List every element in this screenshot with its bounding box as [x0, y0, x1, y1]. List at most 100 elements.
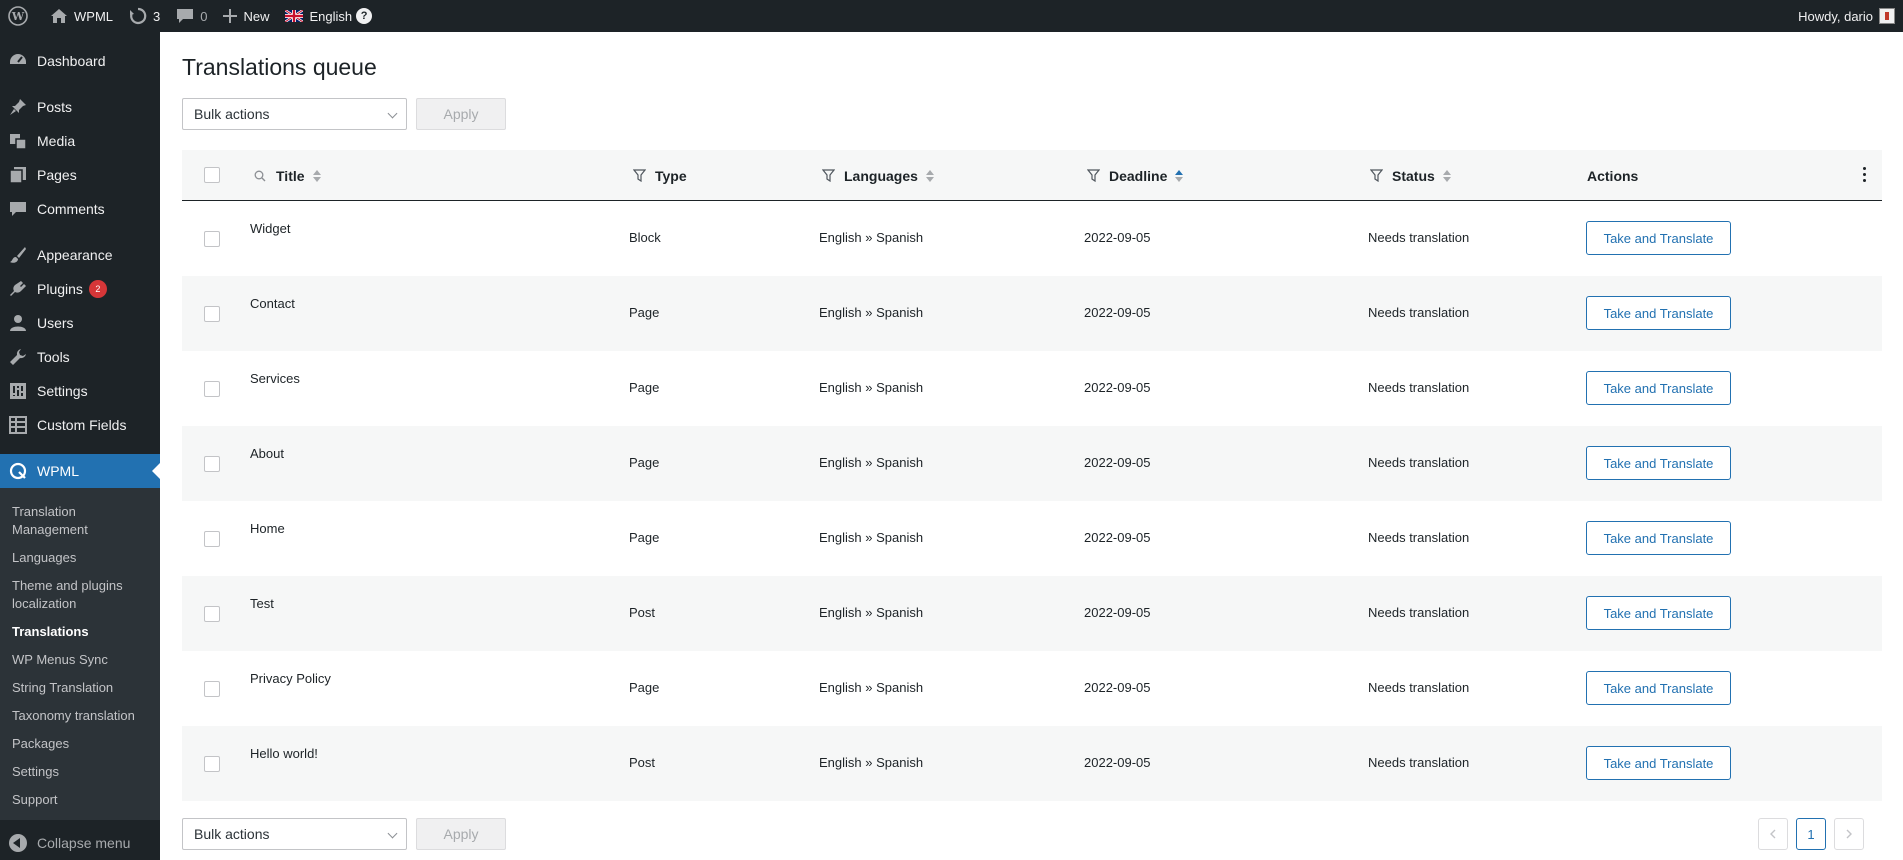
row-title[interactable]: About — [250, 446, 284, 461]
media-icon — [9, 132, 27, 150]
updates-link[interactable]: 3 — [121, 0, 168, 32]
submenu-item-languages[interactable]: Languages — [0, 544, 160, 572]
take-and-translate-button[interactable]: Take and Translate — [1586, 296, 1731, 330]
submenu-item-support[interactable]: Support — [0, 786, 160, 814]
sidebar-item-settings[interactable]: Settings — [0, 374, 160, 408]
row-checkbox[interactable] — [204, 756, 220, 772]
sidebar-item-tools[interactable]: Tools — [0, 340, 160, 374]
language-switcher[interactable]: English ? — [277, 0, 380, 32]
column-actions: Actions — [1587, 150, 1638, 201]
filter-icon[interactable] — [1370, 169, 1383, 182]
row-title[interactable]: Hello world! — [250, 746, 318, 761]
apply-button[interactable]: Apply — [416, 98, 506, 130]
wrench-icon — [9, 348, 27, 366]
submenu-item-string-translation[interactable]: String Translation — [0, 674, 160, 702]
search-icon[interactable] — [254, 170, 266, 182]
sort-icon[interactable] — [312, 169, 321, 182]
row-title[interactable]: Services — [250, 371, 300, 386]
sort-icon[interactable] — [1442, 169, 1451, 182]
row-languages: English » Spanish — [819, 680, 924, 695]
table-row: Privacy Policy Page English » Spanish 2022-… — [182, 651, 1882, 726]
submenu-item-translations[interactable]: Translations — [0, 618, 160, 646]
row-checkbox[interactable] — [204, 306, 220, 322]
filter-icon[interactable] — [822, 169, 835, 182]
row-deadline: 2022-09-05 — [1084, 230, 1151, 245]
sidebar-item-pages[interactable]: Pages — [0, 158, 160, 192]
row-checkbox[interactable] — [204, 381, 220, 397]
column-type-label: Type — [655, 167, 687, 184]
more-vertical-icon[interactable] — [1863, 167, 1866, 182]
next-page-button[interactable] — [1834, 818, 1864, 850]
row-title[interactable]: Widget — [250, 221, 290, 236]
help-icon[interactable]: ? — [356, 8, 373, 24]
row-checkbox[interactable] — [204, 531, 220, 547]
row-status: Needs translation — [1368, 530, 1470, 545]
filter-icon[interactable] — [1087, 169, 1100, 182]
chevron-down-icon — [387, 828, 398, 839]
sidebar-item-users[interactable]: Users — [0, 306, 160, 340]
column-status[interactable]: Status — [1370, 150, 1451, 201]
column-deadline[interactable]: Deadline — [1087, 150, 1184, 201]
sidebar-item-wpml[interactable]: WPML — [0, 454, 160, 488]
sidebar-item-comments[interactable]: Comments — [0, 192, 160, 226]
sidebar-item-dashboard[interactable]: Dashboard — [0, 44, 160, 78]
row-title[interactable]: Test — [250, 596, 274, 611]
sort-icon[interactable] — [925, 169, 934, 182]
row-checkbox[interactable] — [204, 456, 220, 472]
user-account-menu[interactable]: Howdy, dario — [1798, 8, 1903, 24]
submenu-item-packages[interactable]: Packages — [0, 730, 160, 758]
bulk-actions-select[interactable]: Bulk actions — [182, 98, 407, 130]
take-and-translate-button[interactable]: Take and Translate — [1586, 371, 1731, 405]
submenu-item-theme-plugins-localization[interactable]: Theme and plugins localization — [0, 572, 160, 618]
take-and-translate-button[interactable]: Take and Translate — [1586, 671, 1731, 705]
filter-icon[interactable] — [633, 169, 646, 182]
bulk-actions-bottom: Bulk actions Apply — [182, 818, 506, 850]
row-languages: English » Spanish — [819, 605, 924, 620]
row-type: Post — [629, 605, 656, 620]
column-options-menu[interactable] — [1863, 167, 1866, 182]
submenu-item-wp-menus-sync[interactable]: WP Menus Sync — [0, 646, 160, 674]
sidebar-item-media[interactable]: Media — [0, 124, 160, 158]
take-and-translate-button[interactable]: Take and Translate — [1586, 746, 1731, 780]
column-type[interactable]: Type — [633, 150, 687, 201]
take-and-translate-button[interactable]: Take and Translate — [1586, 221, 1731, 255]
apply-button-bottom[interactable]: Apply — [416, 818, 506, 850]
select-all-checkbox[interactable] — [204, 167, 220, 183]
row-deadline: 2022-09-05 — [1084, 755, 1151, 770]
submenu-item-settings[interactable]: Settings — [0, 758, 160, 786]
take-and-translate-button[interactable]: Take and Translate — [1586, 446, 1731, 480]
sidebar-item-custom-fields[interactable]: Custom Fields — [0, 408, 160, 442]
bulk-actions-select-bottom[interactable]: Bulk actions — [182, 818, 407, 850]
sidebar-item-appearance[interactable]: Appearance — [0, 238, 160, 272]
row-type: Post — [629, 755, 656, 770]
table-row: Test Post English » Spanish 2022-09-05 Needs… — [182, 576, 1882, 651]
column-title[interactable]: Title — [254, 150, 321, 201]
take-and-translate-button[interactable]: Take and Translate — [1586, 521, 1731, 555]
site-name-link[interactable]: WPML — [42, 0, 121, 32]
new-content-link[interactable]: New — [215, 0, 277, 32]
take-and-translate-button[interactable]: Take and Translate — [1586, 596, 1731, 630]
collapse-menu-button[interactable]: Collapse menu — [0, 826, 160, 860]
row-type: Page — [629, 530, 660, 545]
row-checkbox[interactable] — [204, 681, 220, 697]
previous-page-button[interactable] — [1758, 818, 1788, 850]
comments-link[interactable]: 0 — [168, 0, 215, 32]
uk-flag-icon — [285, 10, 304, 22]
row-checkbox[interactable] — [204, 606, 220, 622]
site-name: WPML — [74, 8, 113, 24]
row-checkbox[interactable] — [204, 231, 220, 247]
sidebar-item-label: Comments — [37, 201, 105, 217]
sidebar-item-plugins[interactable]: Plugins 2 — [0, 272, 160, 306]
row-title[interactable]: Home — [250, 521, 285, 536]
row-status: Needs translation — [1368, 680, 1470, 695]
submenu-item-translation-management[interactable]: Translation Management — [0, 498, 160, 544]
sort-ascending-icon[interactable] — [1175, 169, 1184, 182]
row-title[interactable]: Contact — [250, 296, 295, 311]
table-row: Services Page English » Spanish 2022-09-05 N… — [182, 351, 1882, 426]
sidebar-item-posts[interactable]: Posts — [0, 90, 160, 124]
page-number-button[interactable]: 1 — [1796, 818, 1826, 850]
row-title[interactable]: Privacy Policy — [250, 671, 331, 686]
wordpress-logo-icon[interactable]: W — [0, 0, 42, 32]
column-languages[interactable]: Languages — [822, 150, 934, 201]
submenu-item-taxonomy-translation[interactable]: Taxonomy translation — [0, 702, 160, 730]
